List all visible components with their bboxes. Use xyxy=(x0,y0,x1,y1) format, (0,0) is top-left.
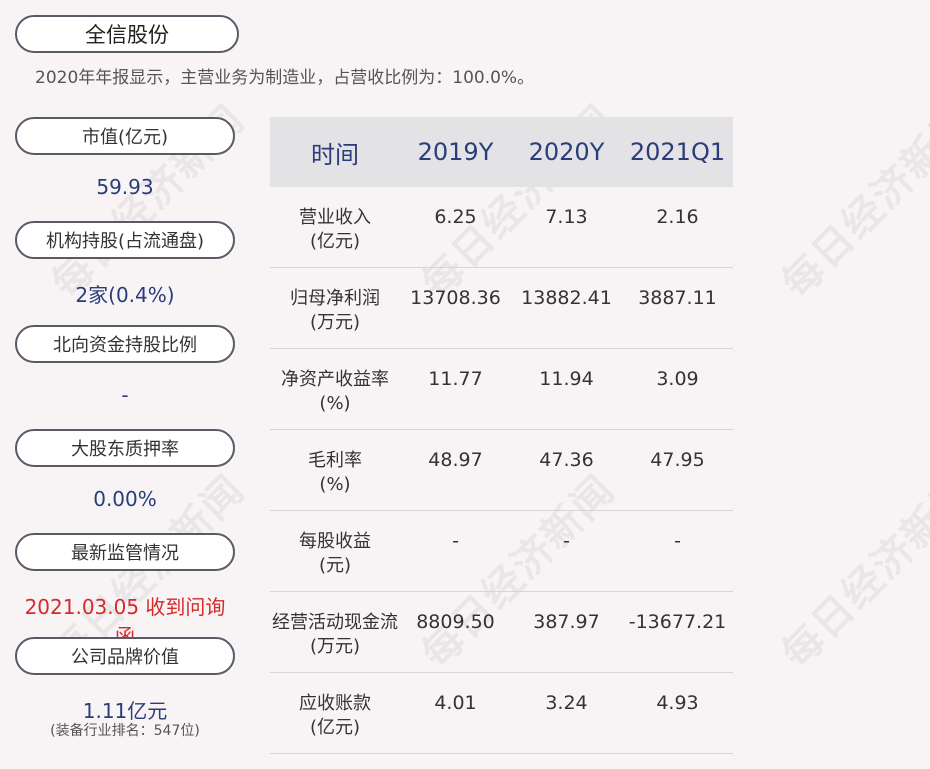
cell-value: 13882.41 xyxy=(521,287,612,309)
cell-value: 47.95 xyxy=(650,449,705,471)
row-label: 归母净利润 (万元) xyxy=(290,288,380,333)
cell-value: 7.13 xyxy=(545,206,588,228)
table-row: 营业收入 (亿元) 6.25 7.13 2.16 xyxy=(270,187,733,268)
institution-holding-label: 机构持股(占流通盘) xyxy=(15,221,235,259)
brand-value-label: 公司品牌价值 xyxy=(15,637,235,675)
business-summary: 2020年年报显示，主营业务为制造业，占营收比例为：100.0%。 xyxy=(35,68,535,88)
cell-value: 11.94 xyxy=(539,368,594,390)
cell-value: - xyxy=(674,530,681,552)
cell-value: 47.36 xyxy=(539,449,594,471)
row-label: 营业收入 (亿元) xyxy=(299,207,371,252)
company-title: 全信股份 xyxy=(15,15,239,53)
header-2019: 2019Y xyxy=(417,138,494,166)
cell-value: 11.77 xyxy=(428,368,483,390)
pledge-ratio-value: 0.00% xyxy=(93,487,157,511)
row-label: 净资产收益率 (%) xyxy=(281,369,389,414)
table-row: 净资产收益率 (%) 11.77 11.94 3.09 xyxy=(270,349,733,430)
table-row: 毛利率 (%) 48.97 47.36 47.95 xyxy=(270,430,733,511)
row-label: 毛利率 (%) xyxy=(308,450,362,495)
market-cap-label: 市值(亿元) xyxy=(15,117,235,155)
table-header: 时间 2019Y 2020Y 2021Q1 xyxy=(270,117,733,187)
cell-value: - xyxy=(563,530,570,552)
row-label: 每股收益 (元) xyxy=(299,531,371,576)
pledge-ratio-label: 大股东质押率 xyxy=(15,429,235,467)
header-time: 时间 xyxy=(311,140,359,169)
cell-value: 2.16 xyxy=(656,206,699,228)
watermark: 每日经济新闻 xyxy=(772,465,930,678)
table-row: 应收账款 (亿元) 4.01 3.24 4.93 xyxy=(270,673,733,754)
brand-rank-note: (装备行业排名：547位) xyxy=(50,723,200,739)
cell-value: 3.24 xyxy=(545,692,588,714)
cell-value: - xyxy=(452,530,459,552)
cell-value: 13708.36 xyxy=(410,287,501,309)
watermark: 每日经济新闻 xyxy=(772,95,930,308)
cell-value: -13677.21 xyxy=(628,611,727,633)
table-row: 经营活动现金流 (万元) 8809.50 387.97 -13677.21 xyxy=(270,592,733,673)
cell-value: 387.97 xyxy=(533,611,600,633)
cell-value: 8809.50 xyxy=(416,611,495,633)
cell-value: 6.25 xyxy=(434,206,477,228)
cell-value: 3887.11 xyxy=(638,287,717,309)
market-cap-value: 59.93 xyxy=(96,175,154,199)
regulatory-label: 最新监管情况 xyxy=(15,533,235,571)
institution-holding-value: 2家(0.4%) xyxy=(75,283,175,307)
northbound-ratio-label: 北向资金持股比例 xyxy=(15,325,235,363)
cell-value: 3.09 xyxy=(656,368,699,390)
cell-value: 48.97 xyxy=(428,449,483,471)
northbound-ratio-value: - xyxy=(121,383,129,407)
table-row: 归母净利润 (万元) 13708.36 13882.41 3887.11 xyxy=(270,268,733,349)
header-2021q1: 2021Q1 xyxy=(629,138,726,166)
row-label: 经营活动现金流 (万元) xyxy=(272,612,398,657)
table-row: 每股收益 (元) - - - xyxy=(270,511,733,592)
header-2020: 2020Y xyxy=(528,138,605,166)
row-label: 应收账款 (亿元) xyxy=(299,693,371,738)
cell-value: 4.93 xyxy=(656,692,699,714)
cell-value: 4.01 xyxy=(434,692,477,714)
